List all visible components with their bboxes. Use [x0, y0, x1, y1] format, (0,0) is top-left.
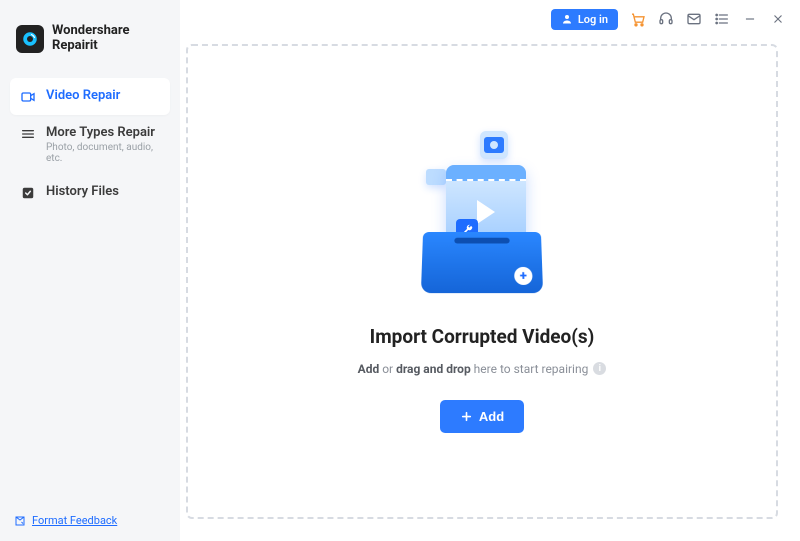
sidebar-item-label: More Types Repair: [46, 125, 160, 140]
more-types-icon: [20, 126, 36, 142]
brand-title: Wondershare Repairit: [52, 24, 129, 54]
login-button[interactable]: Log in: [551, 9, 618, 30]
info-icon[interactable]: i: [593, 362, 606, 375]
sub-add: Add: [358, 362, 380, 376]
repairit-logo-icon: [21, 30, 39, 48]
user-icon: [561, 13, 573, 25]
sidebar-item-video-repair[interactable]: Video Repair: [10, 78, 170, 115]
add-button-label: Add: [479, 409, 504, 424]
sidebar-item-more-types[interactable]: More Types Repair Photo, document, audio…: [10, 115, 170, 174]
feedback-label: Format Feedback: [32, 514, 117, 527]
feedback-icon: [14, 515, 26, 527]
support-icon[interactable]: [658, 11, 674, 27]
brand-line2: Repairit: [52, 39, 129, 54]
brand: Wondershare Repairit: [10, 20, 170, 72]
titlebar: Log in: [180, 0, 800, 38]
add-button[interactable]: Add: [440, 400, 524, 433]
sidebar-item-sublabel: Photo, document, audio, etc.: [46, 142, 160, 164]
sidebar-item-label: History Files: [46, 184, 119, 199]
plus-icon: [460, 410, 473, 423]
video-repair-icon: [20, 89, 36, 105]
menu-icon[interactable]: [714, 11, 730, 27]
minimize-button[interactable]: [742, 11, 758, 27]
sidebar-footer: Format Feedback: [10, 508, 170, 529]
camera-chip-icon: [480, 131, 508, 159]
login-label: Log in: [578, 13, 608, 26]
history-icon: [20, 185, 36, 201]
inbox-plus-icon: +: [514, 266, 533, 284]
inbox-icon: +: [421, 232, 543, 293]
dropzone-subtext: Add or drag and drop here to start repai…: [358, 362, 607, 376]
sidebar-item-label: Video Repair: [46, 88, 120, 103]
main-area: Log in: [180, 0, 800, 541]
sub-or: or: [379, 362, 396, 376]
format-feedback-link[interactable]: Format Feedback: [14, 514, 166, 527]
app-window: Wondershare Repairit Video Repair: [0, 0, 800, 541]
sub-drag: drag and drop: [396, 362, 471, 376]
mail-icon[interactable]: [686, 11, 702, 27]
brand-line1: Wondershare: [52, 24, 129, 39]
sub-suffix: here to start repairing: [471, 362, 589, 376]
dropzone[interactable]: + Import Corrupted Video(s) Add or drag …: [186, 44, 778, 519]
sidebar: Wondershare Repairit Video Repair: [0, 0, 180, 541]
brand-logo: [16, 25, 44, 53]
sparkle-icon: [392, 131, 402, 141]
photo-chip-icon: [426, 169, 446, 185]
content: + Import Corrupted Video(s) Add or drag …: [180, 38, 800, 541]
sidebar-nav: Video Repair More Types Repair Photo, do…: [10, 78, 170, 211]
close-button[interactable]: [770, 11, 786, 27]
dropzone-heading: Import Corrupted Video(s): [370, 325, 595, 348]
import-illustration: +: [392, 131, 572, 311]
sidebar-item-history[interactable]: History Files: [10, 174, 170, 211]
cart-icon[interactable]: [630, 11, 646, 27]
